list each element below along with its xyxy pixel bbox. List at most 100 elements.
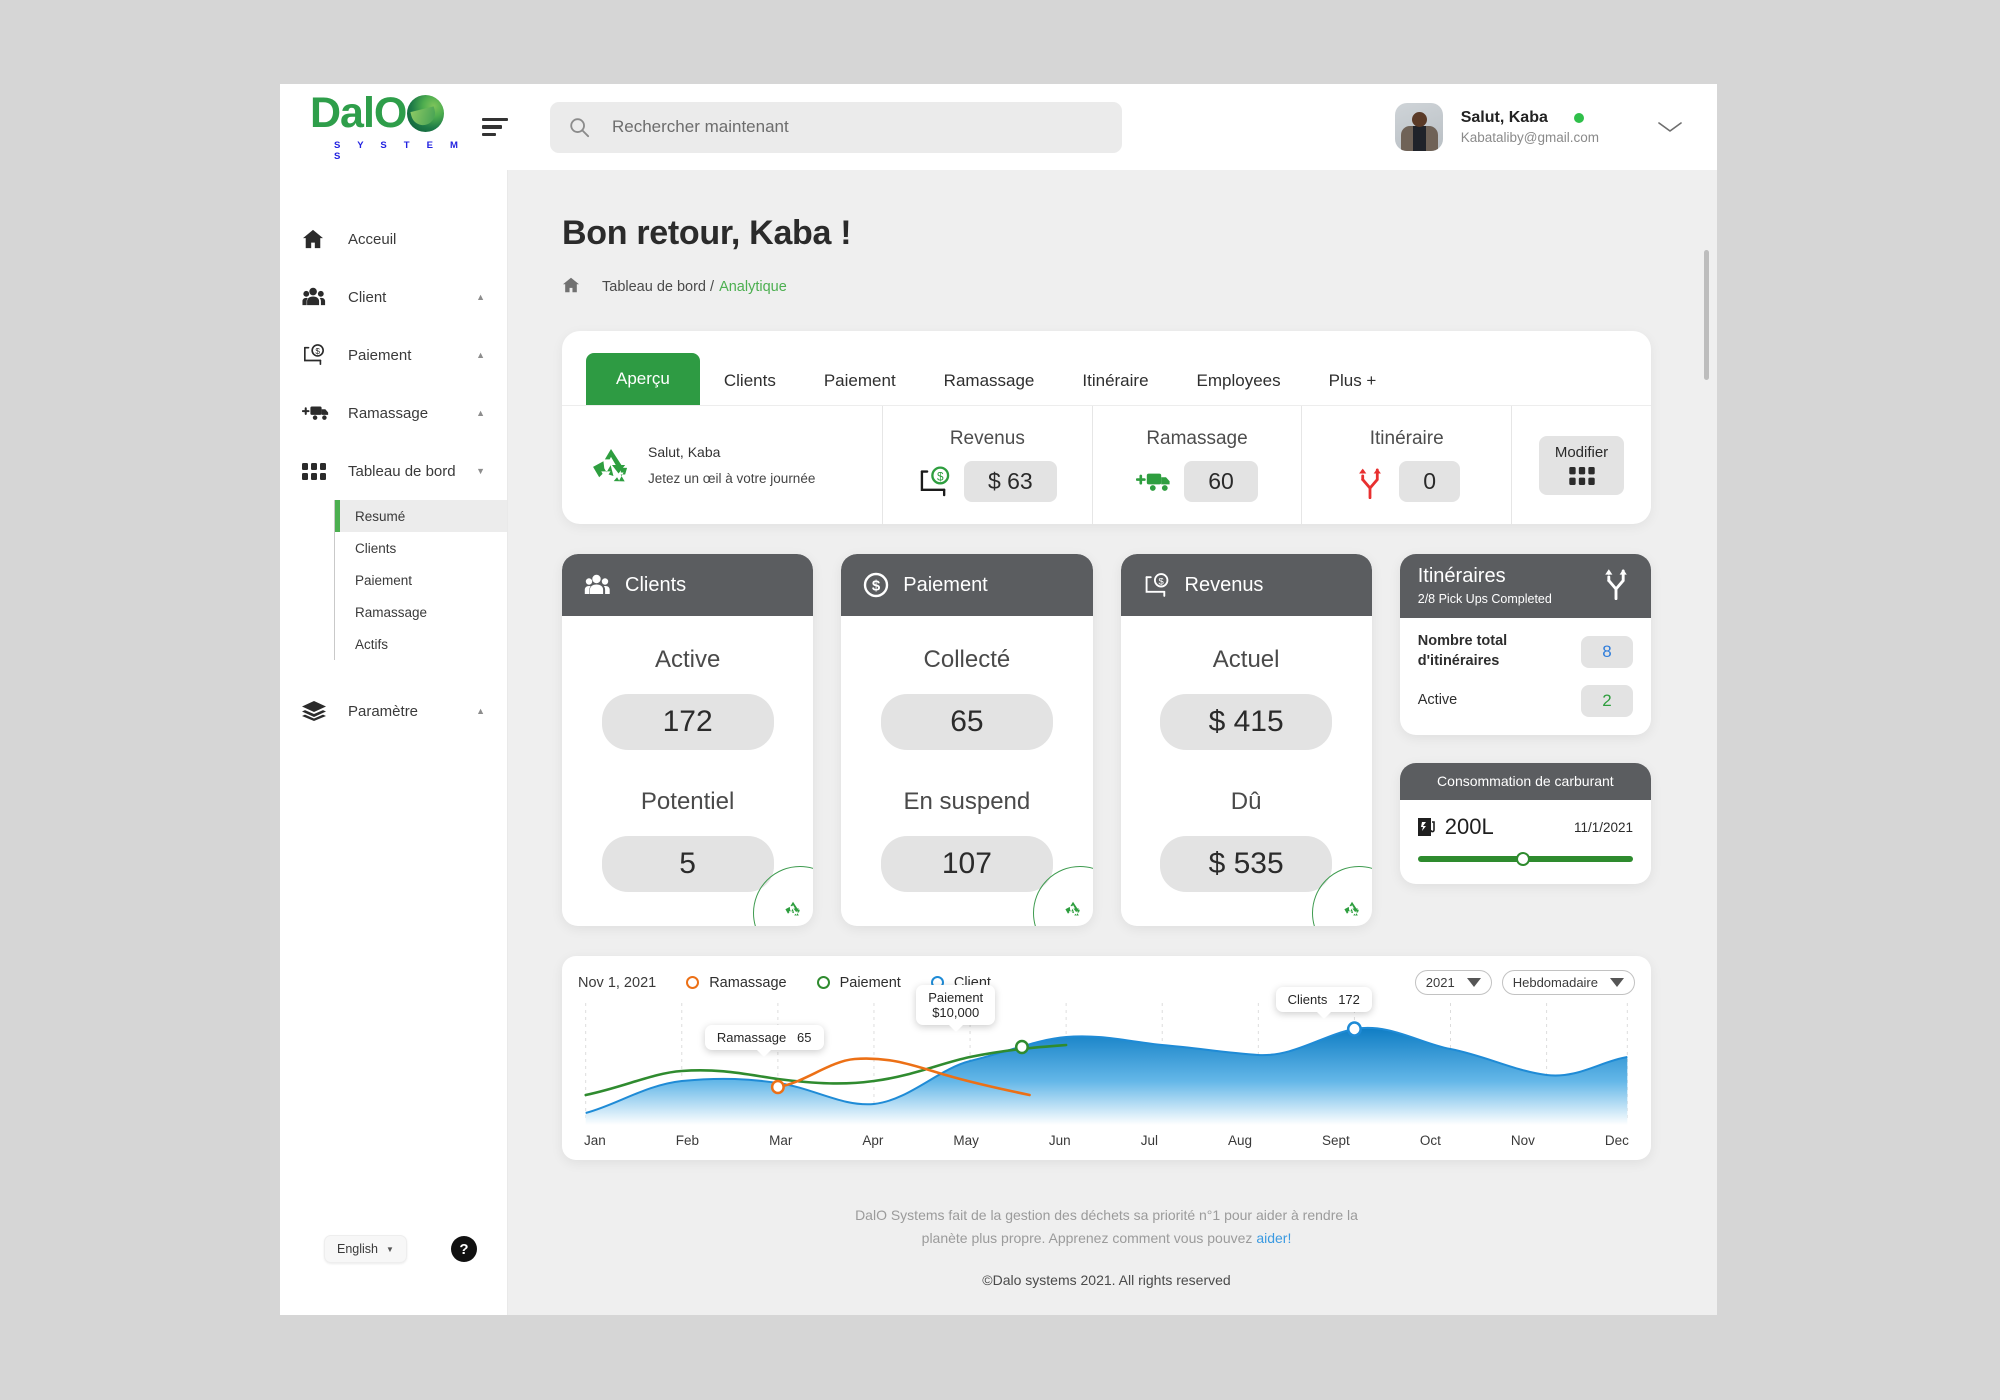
year-select[interactable]: 2021: [1414, 970, 1492, 995]
legend-label: Ramassage: [709, 974, 787, 991]
help-button[interactable]: ?: [450, 1236, 477, 1262]
grid-icon: [1568, 466, 1595, 485]
card-header: $ Paiement: [841, 554, 1093, 616]
fuel-slider[interactable]: [1417, 852, 1633, 867]
chart-tooltip-client: Clients 172: [1275, 987, 1372, 1012]
chevron-up-icon[interactable]: ▲: [476, 350, 485, 360]
legend-label: Paiement: [839, 974, 901, 991]
chevron-up-icon[interactable]: ▲: [476, 706, 485, 716]
tab-clients[interactable]: Clients: [700, 357, 800, 405]
sidebar-item-label: Paiement: [348, 346, 412, 364]
period-select[interactable]: Hebdomadaire: [1501, 970, 1635, 995]
svg-text:$: $: [872, 578, 881, 595]
search-bar[interactable]: [550, 101, 1122, 153]
card-clients: Clients Active 172 Potentiel 5: [562, 554, 814, 926]
tab-bar: Aperçu Clients Paiement Ramassage Itinér…: [562, 331, 1651, 406]
tooltip-value: 172: [1338, 992, 1360, 1007]
language-selector[interactable]: English ▼: [324, 1235, 407, 1263]
card-paiement: $ Paiement Collecté 65 En suspend 107: [841, 554, 1093, 926]
menu-toggle-icon[interactable]: [482, 117, 508, 137]
tooltip-label: Clients: [1287, 992, 1328, 1007]
chevron-up-icon[interactable]: ▲: [476, 408, 485, 418]
chart-point-paiement[interactable]: [1014, 1039, 1029, 1055]
sidebar-subitem-resume[interactable]: Resumé: [335, 500, 507, 532]
brand-logo[interactable]: DalO S Y S T E M S: [280, 92, 508, 162]
legend-item-ramassage[interactable]: Ramassage: [686, 974, 787, 991]
card-title: Clients: [625, 573, 687, 596]
chevron-down-icon[interactable]: [1657, 120, 1683, 134]
chevron-down-icon: ▼: [386, 1244, 394, 1254]
modifier-button[interactable]: Modifier: [1538, 435, 1625, 495]
tab-employees[interactable]: Employees: [1173, 357, 1305, 405]
sidebar-item-acceuil[interactable]: Acceuil: [280, 210, 507, 268]
x-tick: Jan: [584, 1133, 606, 1148]
sidebar-item-client[interactable]: Client ▲: [280, 268, 507, 326]
sidebar-subitem-paiement[interactable]: Paiement: [335, 564, 507, 596]
recycle-corner-decoration: [741, 854, 814, 926]
app-window: DalO S Y S T E M S Salut, Kaba: [280, 84, 1717, 1315]
dollar-coin-icon: $: [864, 572, 889, 598]
fuel-date: 11/1/2021: [1573, 819, 1633, 835]
card-row-value: 172: [601, 694, 774, 750]
breadcrumb: Tableau de bord / Analytique: [562, 277, 1651, 297]
recycle-icon: [1344, 901, 1359, 916]
route-icon: [1359, 467, 1382, 499]
overview-cell-value: $ 63: [963, 461, 1057, 502]
footer-help-link[interactable]: aider!: [1256, 1230, 1291, 1246]
card-row-value: 65: [880, 694, 1053, 750]
card-row-label: Active: [654, 646, 721, 673]
sidebar-item-ramassage[interactable]: Ramassage ▲: [280, 384, 507, 442]
overview-cell-title: Revenus: [949, 428, 1025, 449]
sidebar-item-parametre[interactable]: Paramètre ▲: [280, 682, 507, 740]
tooltip-label: Ramassage: [716, 1030, 787, 1045]
scrollbar[interactable]: [1704, 250, 1709, 380]
recycle-icon: [593, 448, 628, 482]
chevron-up-icon[interactable]: ▲: [476, 292, 485, 302]
chart-plot-area: Ramassage 65 Paiement $10,000 Clients 17…: [578, 985, 1635, 1131]
chart-point-ramassage[interactable]: [770, 1079, 785, 1095]
sidebar-subitem-clients[interactable]: Clients: [335, 532, 507, 564]
overview-cell-title: Itinéraire: [1369, 428, 1444, 449]
chart-point-client[interactable]: [1346, 1021, 1362, 1037]
overview-cell-ramassage: Ramassage 60: [1091, 406, 1302, 524]
x-tick: Aug: [1227, 1133, 1253, 1148]
x-tick: Dec: [1604, 1133, 1629, 1148]
sidebar: Acceuil Client ▲ $ Paiement ▲ Ramassage …: [280, 170, 508, 1315]
user-email: Kabataliby@gmail.com: [1460, 130, 1599, 145]
truck-icon: [302, 403, 336, 423]
card-title: Itinéraires: [1417, 565, 1506, 587]
sidebar-item-tableau-de-bord[interactable]: Tableau de bord ▼: [280, 442, 507, 500]
x-tick: Jul: [1140, 1133, 1158, 1148]
people-icon: [584, 574, 610, 594]
fuel-slider-knob[interactable]: [1516, 852, 1531, 867]
user-menu[interactable]: Salut, Kaba Kabataliby@gmail.com: [1394, 103, 1717, 151]
recycle-icon: [1064, 901, 1080, 916]
sidebar-subitem-actifs[interactable]: Actifs: [335, 628, 507, 660]
tab-ramassage[interactable]: Ramassage: [920, 357, 1059, 405]
breadcrumb-current[interactable]: Analytique: [719, 279, 787, 295]
chevron-down-icon[interactable]: ▼: [476, 466, 485, 476]
top-header: DalO S Y S T E M S Salut, Kaba: [280, 84, 1717, 170]
chevron-down-icon: [1466, 978, 1481, 987]
recycle-corner-decoration: [1300, 854, 1372, 926]
tab-apercu[interactable]: Aperçu: [586, 353, 700, 405]
main-content: Bon retour, Kaba ! Tableau de bord / Ana…: [508, 170, 1717, 1315]
overview-greet-line2: Jetez un œil à votre journée: [648, 471, 816, 486]
chart-tooltip-paiement: Paiement $10,000: [916, 985, 996, 1025]
search-input[interactable]: [612, 117, 1104, 137]
tab-plus[interactable]: Plus +: [1305, 357, 1401, 405]
sidebar-submenu: Resumé Clients Paiement Ramassage Actifs: [334, 500, 507, 660]
tab-itineraire[interactable]: Itinéraire: [1058, 357, 1172, 405]
x-tick: Sept: [1322, 1133, 1350, 1148]
legend-item-paiement[interactable]: Paiement: [816, 974, 901, 991]
stat-cards-row: Clients Active 172 Potentiel 5 $ Paiemen…: [562, 554, 1651, 926]
tab-paiement[interactable]: Paiement: [800, 357, 920, 405]
sidebar-subitem-ramassage[interactable]: Ramassage: [335, 596, 507, 628]
breadcrumb-root[interactable]: Tableau de bord /: [602, 279, 714, 295]
card-row-label: Dû: [1230, 788, 1262, 815]
fuel-pump-icon: [1417, 818, 1435, 837]
sidebar-item-paiement[interactable]: $ Paiement ▲: [280, 326, 507, 384]
sidebar-subitem-label: Paiement: [355, 572, 413, 588]
svg-text:$: $: [1158, 576, 1164, 586]
payment-icon: $: [1145, 572, 1168, 597]
